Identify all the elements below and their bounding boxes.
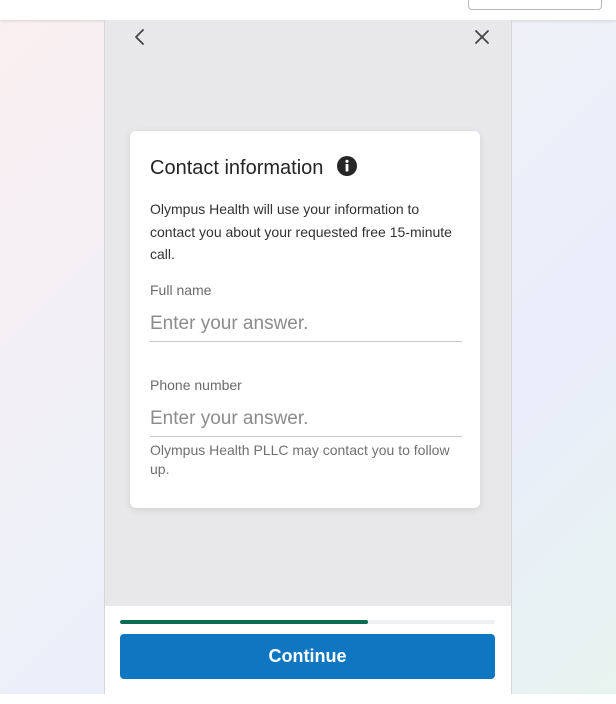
form-footer: Continue [105,606,511,694]
progress-bar [120,620,495,624]
full-name-input[interactable] [150,307,462,342]
close-icon [475,30,489,44]
info-icon[interactable] [337,156,357,176]
close-button[interactable] [469,24,495,50]
card-description: Olympus Health will use your information… [150,201,452,262]
bottom-bar [0,694,616,704]
progress-fill [120,620,368,624]
contact-card: Contact information Olympus Health will … [130,131,480,508]
form-panel: Contact information Olympus Health will … [104,20,512,694]
full-name-label: Full name [150,282,212,298]
back-button[interactable] [127,24,153,50]
card-title: Contact information [150,157,324,179]
phone-number-input[interactable] [150,402,462,437]
top-bar [0,0,616,20]
continue-button[interactable]: Continue [120,634,495,679]
chevron-left-icon [135,29,144,45]
top-bar-button[interactable] [468,0,602,10]
phone-hint: Olympus Health PLLC may contact you to f… [150,442,450,477]
phone-number-label: Phone number [150,377,242,393]
